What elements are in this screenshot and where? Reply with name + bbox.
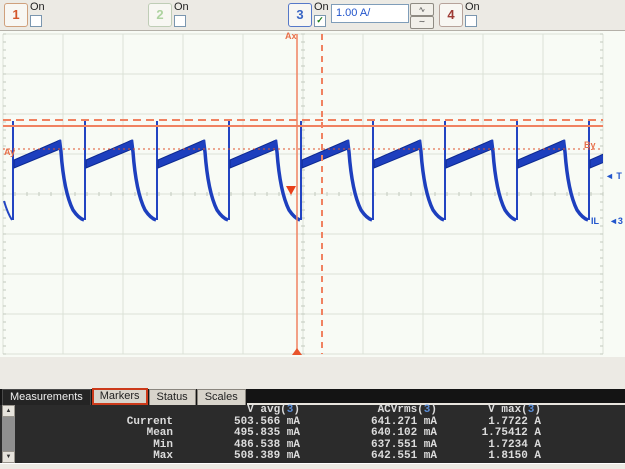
channel-1-button[interactable]: 1 [4, 3, 28, 27]
coupling-ac-icon[interactable]: ∿ [410, 3, 434, 16]
tab-markers[interactable]: Markers [91, 388, 148, 405]
tab-status[interactable]: Status [148, 389, 196, 405]
oscilloscope-app: 1 On 2 On 3 On ✓ 1.00 A/ ∿ ∼ 4 On Ax Ay … [0, 0, 625, 469]
results-tab-bar: Measurements Markers Status Scales [0, 388, 625, 405]
channel-3-trace-name: IL [591, 216, 599, 226]
channel-1-on-checkbox[interactable] [30, 15, 42, 27]
channel-2-on-group: On [174, 1, 198, 27]
col-header-vavg: V avg(3) [247, 404, 300, 416]
channel-toolbar: 1 On 2 On 3 On ✓ 1.00 A/ ∿ ∼ 4 On [0, 0, 625, 30]
channel-3-on-checkbox[interactable]: ✓ [314, 15, 326, 27]
tab-scales[interactable]: Scales [196, 389, 246, 405]
horizontal-trigger-toolbar: ↑ ▲ ▼ ▲ ▼ ↗ ☀ H 2.00 µs/ [0, 357, 625, 389]
marker-by-label[interactable]: By [584, 141, 596, 150]
table-header-row: V avg(3) ACVrms(3) V max(3) [0, 404, 625, 417]
marker-ay-label[interactable]: Ay [4, 148, 15, 157]
channel-2-button[interactable]: 2 [148, 3, 172, 27]
scroll-up-icon[interactable]: ▲ [2, 405, 15, 417]
channel-3-ground-marker[interactable]: ◄3 [609, 217, 623, 226]
tab-measurements[interactable]: Measurements [2, 389, 91, 405]
scroll-down-icon[interactable]: ▼ [2, 451, 15, 463]
channel-3-button[interactable]: 3 [288, 3, 312, 27]
channel-4-on-label: On [465, 1, 480, 13]
marker-ax-label[interactable]: Ax [285, 32, 297, 41]
channel-1-on-group: On [30, 1, 54, 27]
scope-grid-and-trace [2, 33, 604, 355]
channel-1-on-label: On [30, 1, 45, 13]
channel-4-on-checkbox[interactable] [465, 15, 477, 27]
table-row: Mean 495.835 mA 640.102 mA 1.75412 A [146, 427, 541, 439]
measurements-panel: V avg(3) ACVrms(3) V max(3) Current 503.… [0, 404, 625, 463]
channel-2-on-checkbox[interactable] [174, 15, 186, 27]
col-header-vmax: V max(3) [488, 404, 541, 416]
window-bottom-edge [0, 463, 625, 469]
channel-3-scale-field[interactable]: 1.00 A/ [331, 4, 409, 23]
channel-4-on-group: On [465, 1, 489, 27]
tab-bar-filler [246, 389, 625, 405]
measurements-scrollbar[interactable]: ▲ ▼ [2, 405, 15, 463]
trigger-level-marker[interactable]: ◄ T [605, 172, 622, 181]
channel-2-on-label: On [174, 1, 189, 13]
channel-4-button[interactable]: 4 [439, 3, 463, 27]
table-row: Max 508.389 mA 642.551 mA 1.8150 A [153, 450, 541, 462]
waveform-display [0, 30, 625, 358]
col-header-acvrms: ACVrms(3) [377, 404, 437, 416]
coupling-dc-icon[interactable]: ∼ [410, 16, 434, 29]
